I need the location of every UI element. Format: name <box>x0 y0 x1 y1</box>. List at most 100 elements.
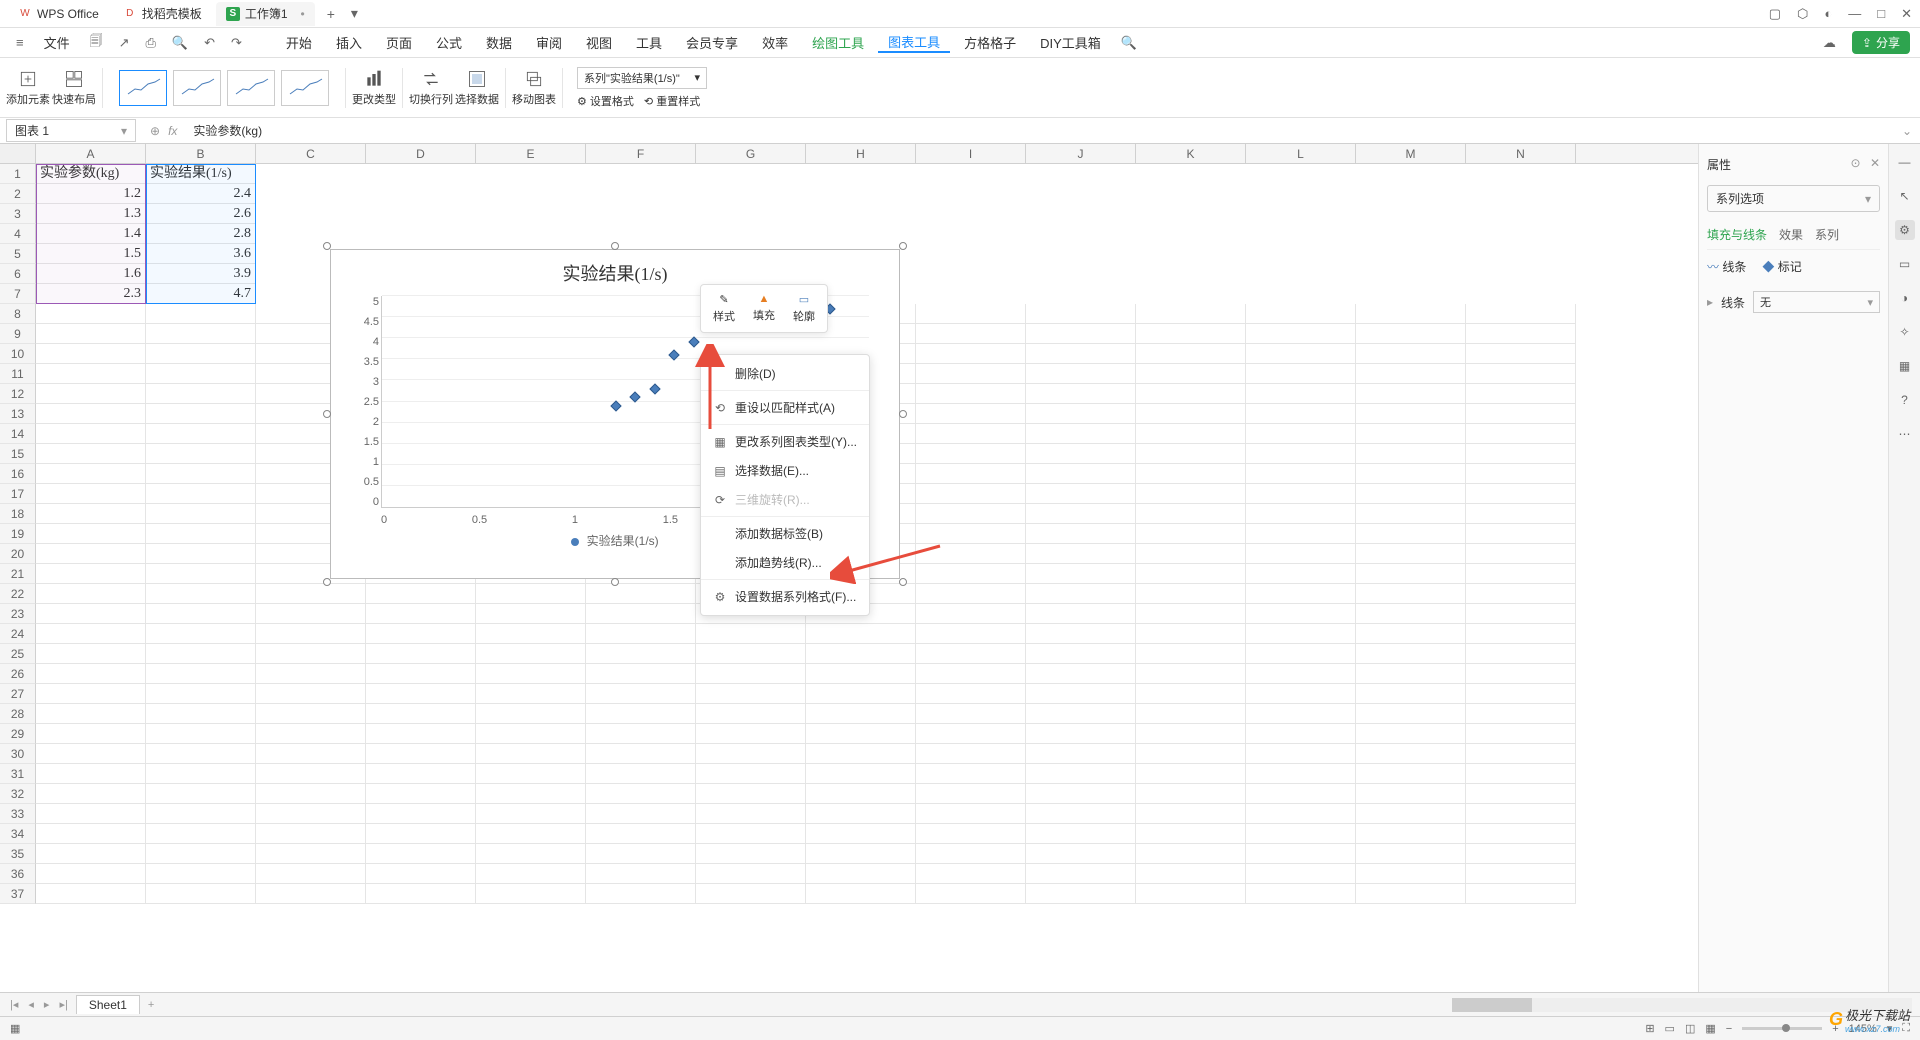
ctx-add-trendline[interactable]: 添加趋势线(R)... <box>701 548 869 577</box>
cell[interactable] <box>916 524 1026 544</box>
cell[interactable] <box>36 424 146 444</box>
cell[interactable] <box>36 404 146 424</box>
cell[interactable] <box>1026 544 1136 564</box>
cell[interactable] <box>1246 524 1356 544</box>
cell[interactable]: 4.7 <box>146 284 256 304</box>
cell[interactable] <box>146 484 256 504</box>
cell[interactable] <box>586 744 696 764</box>
tab-templates[interactable]: D 找稻壳模板 <box>113 2 212 26</box>
cell[interactable] <box>696 624 806 644</box>
cell[interactable]: 1.2 <box>36 184 146 204</box>
menu-tools[interactable]: 工具 <box>626 33 672 52</box>
row-header[interactable]: 32 <box>0 784 36 804</box>
cell[interactable] <box>476 604 586 624</box>
cell[interactable] <box>476 864 586 884</box>
series-selector[interactable]: 系列"实验结果(1/s)"▾ <box>577 67 707 89</box>
col-header[interactable]: E <box>476 144 586 163</box>
cell[interactable] <box>256 884 366 904</box>
cell[interactable] <box>916 484 1026 504</box>
menu-efficiency[interactable]: 效率 <box>752 33 798 52</box>
cell[interactable] <box>146 604 256 624</box>
cell[interactable] <box>36 644 146 664</box>
cell[interactable] <box>586 664 696 684</box>
cell[interactable] <box>256 644 366 664</box>
cell[interactable] <box>696 864 806 884</box>
ctx-delete[interactable]: 删除(D) <box>701 359 869 388</box>
cell[interactable] <box>476 764 586 784</box>
cell[interactable] <box>1356 364 1466 384</box>
cell[interactable] <box>36 684 146 704</box>
zoom-icon[interactable]: ⊕ <box>150 124 160 138</box>
chart-style-4[interactable] <box>281 70 329 106</box>
cell[interactable] <box>1246 464 1356 484</box>
menu-view[interactable]: 视图 <box>576 33 622 52</box>
cell[interactable] <box>806 884 916 904</box>
cell[interactable] <box>696 704 806 724</box>
cell[interactable] <box>1026 344 1136 364</box>
tab-effect[interactable]: 效果 <box>1779 226 1803 243</box>
row-header[interactable]: 17 <box>0 484 36 504</box>
cell[interactable] <box>366 884 476 904</box>
formula-input[interactable]: 实验参数(kg) <box>185 122 1894 139</box>
cell[interactable] <box>256 764 366 784</box>
menu-icon[interactable]: ≡ <box>10 35 30 50</box>
mini-outline-button[interactable]: ▭ 轮廓 <box>785 289 823 328</box>
cell[interactable] <box>1356 524 1466 544</box>
line-option[interactable]: 〰 线条 <box>1707 258 1746 275</box>
cell[interactable] <box>1466 364 1576 384</box>
move-chart-button[interactable]: 移动图表 <box>512 69 556 107</box>
menu-draw-tools[interactable]: 绘图工具 <box>802 33 874 52</box>
cell[interactable] <box>1356 304 1466 324</box>
cell[interactable] <box>36 304 146 324</box>
cell[interactable] <box>696 804 806 824</box>
cell[interactable] <box>1246 864 1356 884</box>
expand-formula-icon[interactable]: ⌄ <box>1894 124 1920 138</box>
row-header[interactable]: 1 <box>0 164 36 184</box>
cell[interactable] <box>1356 484 1466 504</box>
cell[interactable] <box>146 884 256 904</box>
cell[interactable] <box>1246 364 1356 384</box>
row-header[interactable]: 18 <box>0 504 36 524</box>
cell[interactable] <box>146 844 256 864</box>
line-style-select[interactable]: 无▾ <box>1753 291 1880 313</box>
cell[interactable] <box>366 604 476 624</box>
cell[interactable] <box>1026 304 1136 324</box>
row-header[interactable]: 14 <box>0 424 36 444</box>
ctx-reset-match[interactable]: ⟲重设以匹配样式(A) <box>701 393 869 422</box>
cell[interactable] <box>1136 524 1246 544</box>
ctx-change-series-type[interactable]: ▦更改系列图表类型(Y)... <box>701 427 869 456</box>
expand-icon[interactable]: ▸ <box>1707 295 1713 309</box>
maximize-icon[interactable]: □ <box>1877 6 1885 21</box>
cell[interactable] <box>1356 764 1466 784</box>
cell[interactable] <box>366 844 476 864</box>
cell[interactable] <box>1356 464 1466 484</box>
cell[interactable] <box>916 464 1026 484</box>
cell[interactable] <box>696 744 806 764</box>
cell[interactable] <box>586 704 696 724</box>
redo-icon[interactable]: ↷ <box>225 35 248 51</box>
row-header[interactable]: 9 <box>0 324 36 344</box>
cell[interactable] <box>36 844 146 864</box>
cell[interactable] <box>1136 444 1246 464</box>
cell[interactable] <box>1466 464 1576 484</box>
cell[interactable] <box>1026 464 1136 484</box>
cell[interactable] <box>1136 864 1246 884</box>
layers-icon[interactable]: ▦ <box>1895 356 1915 376</box>
cell[interactable] <box>1026 684 1136 704</box>
cell[interactable] <box>256 844 366 864</box>
cell[interactable] <box>1136 304 1246 324</box>
user-avatar[interactable]: ◐ <box>1824 6 1832 21</box>
cell[interactable] <box>916 444 1026 464</box>
cell[interactable] <box>146 544 256 564</box>
cell[interactable] <box>806 844 916 864</box>
cell[interactable] <box>586 784 696 804</box>
cell[interactable] <box>1136 764 1246 784</box>
cell[interactable] <box>1246 804 1356 824</box>
cell[interactable] <box>586 604 696 624</box>
cell[interactable] <box>1026 604 1136 624</box>
row-header[interactable]: 23 <box>0 604 36 624</box>
cell[interactable] <box>696 684 806 704</box>
cell[interactable] <box>1356 404 1466 424</box>
cell[interactable] <box>1136 464 1246 484</box>
cell[interactable] <box>1356 684 1466 704</box>
